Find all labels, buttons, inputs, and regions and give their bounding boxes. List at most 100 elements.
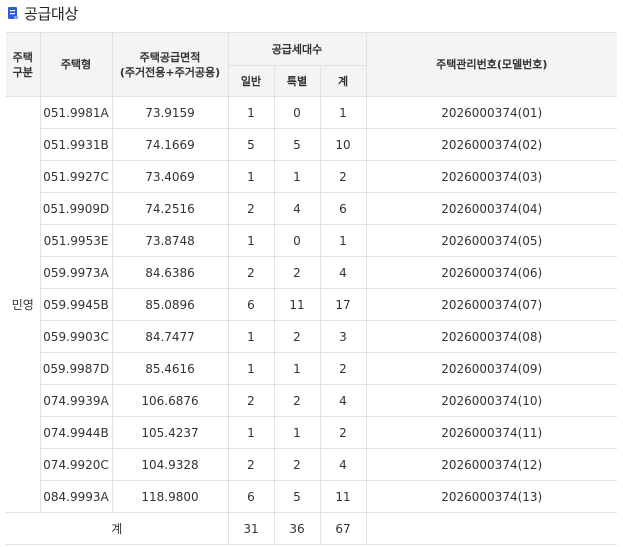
document-icon — [8, 7, 18, 19]
units-total-cell: 4 — [319, 256, 367, 289]
model-number-cell: 2026000374(10) — [365, 384, 617, 417]
units-general-cell: 1 — [227, 160, 275, 193]
table-row: 074.9920C 104.9328 2 2 4 2026000374(12) — [6, 448, 617, 481]
supply-area-cell: 105.4237 — [111, 416, 229, 449]
units-special-cell: 2 — [273, 384, 321, 417]
section-title-text: 공급대상 — [24, 4, 79, 23]
housing-type-cell: 074.9939A — [40, 384, 113, 417]
table-row: 059.9903C 84.7477 1 2 3 2026000374(08) — [6, 320, 617, 353]
supply-area-cell: 74.1669 — [111, 128, 229, 161]
supply-area-cell: 73.8748 — [111, 224, 229, 257]
units-general-cell: 1 — [227, 352, 275, 385]
table-row: 059.9973A 84.6386 2 2 4 2026000374(06) — [6, 256, 617, 289]
units-total-cell: 3 — [319, 320, 367, 353]
header-model-number: 주택관리번호(모델번호) — [365, 32, 617, 97]
table-row: 051.9931B 74.1669 5 5 10 2026000374(02) — [6, 128, 617, 161]
units-special-cell: 0 — [273, 96, 321, 129]
units-general-cell: 2 — [227, 384, 275, 417]
header-supply-units: 공급세대수 — [227, 32, 367, 66]
model-number-cell: 2026000374(07) — [365, 288, 617, 321]
units-general-cell: 6 — [227, 288, 275, 321]
units-special-cell: 2 — [273, 448, 321, 481]
total-row: 계 31 36 67 — [6, 512, 617, 545]
supply-area-cell: 73.9159 — [111, 96, 229, 129]
header-housing-category: 주택 구분 — [6, 32, 41, 97]
total-special: 36 — [273, 512, 321, 545]
table-row: 059.9987D 85.4616 1 1 2 2026000374(09) — [6, 352, 617, 385]
supply-area-cell: 85.0896 — [111, 288, 229, 321]
housing-type-cell: 051.9931B — [40, 128, 113, 161]
model-number-cell: 2026000374(12) — [365, 448, 617, 481]
housing-type-cell: 051.9981A — [39, 96, 113, 129]
units-total-cell: 6 — [319, 192, 367, 225]
units-total-cell: 2 — [319, 352, 367, 385]
units-general-cell: 2 — [227, 192, 275, 225]
units-special-cell: 1 — [273, 416, 321, 449]
housing-type-cell: 084.9993A — [40, 480, 113, 513]
units-special-cell: 5 — [273, 480, 321, 513]
supply-area-cell: 104.9328 — [111, 448, 229, 481]
header-units-special: 특별 — [273, 65, 321, 97]
units-special-cell: 5 — [273, 128, 321, 161]
supply-area-cell: 85.4616 — [111, 352, 229, 385]
housing-category-cell: 민영 — [6, 96, 41, 513]
supply-area-cell: 84.7477 — [111, 320, 229, 353]
model-number-cell: 2026000374(11) — [365, 416, 617, 449]
units-special-cell: 1 — [273, 160, 321, 193]
table-row: 051.9927C 73.4069 1 1 2 2026000374(03) — [6, 160, 617, 193]
supply-table: 주택 구분 주택형 주택공급면적 (주거전용+주거공용) 공급세대수 주택관리번… — [6, 32, 617, 545]
total-general: 31 — [227, 512, 275, 545]
units-total-cell: 1 — [319, 224, 367, 257]
housing-type-cell: 059.9903C — [40, 320, 113, 353]
housing-type-cell: 051.9953E — [40, 224, 113, 257]
units-general-cell: 1 — [227, 416, 275, 449]
model-number-cell: 2026000374(02) — [365, 128, 617, 161]
supply-area-cell: 118.9800 — [111, 480, 229, 513]
units-total-cell: 2 — [319, 416, 367, 449]
units-general-cell: 1 — [227, 320, 275, 353]
units-general-cell: 1 — [227, 224, 275, 257]
units-special-cell: 4 — [273, 192, 321, 225]
housing-type-cell: 059.9987D — [40, 352, 113, 385]
units-special-cell: 2 — [273, 256, 321, 289]
model-number-cell: 2026000374(13) — [365, 480, 617, 513]
units-total-cell: 11 — [319, 480, 367, 513]
table-row: 074.9944B 105.4237 1 1 2 2026000374(11) — [6, 416, 617, 449]
model-number-cell: 2026000374(09) — [365, 352, 617, 385]
units-special-cell: 0 — [273, 224, 321, 257]
table-row: 084.9993A 118.9800 6 5 11 2026000374(13) — [6, 480, 617, 513]
total-model-empty — [365, 512, 617, 545]
units-general-cell: 2 — [227, 256, 275, 289]
supply-area-cell: 73.4069 — [111, 160, 229, 193]
header-housing-type: 주택형 — [39, 32, 113, 97]
housing-type-cell: 074.9944B — [40, 416, 113, 449]
table-row: 059.9945B 85.0896 6 11 17 2026000374(07) — [6, 288, 617, 321]
units-total-cell: 4 — [319, 384, 367, 417]
housing-type-cell: 051.9927C — [40, 160, 113, 193]
total-units: 67 — [319, 512, 367, 545]
units-special-cell: 1 — [273, 352, 321, 385]
units-total-cell: 4 — [319, 448, 367, 481]
units-total-cell: 1 — [319, 96, 367, 129]
units-total-cell: 10 — [319, 128, 367, 161]
units-total-cell: 2 — [319, 160, 367, 193]
model-number-cell: 2026000374(05) — [365, 224, 617, 257]
housing-type-cell: 074.9920C — [40, 448, 113, 481]
units-special-cell: 11 — [273, 288, 321, 321]
supply-area-cell: 106.6876 — [111, 384, 229, 417]
housing-type-cell: 059.9973A — [40, 256, 113, 289]
supply-area-cell: 74.2516 — [111, 192, 229, 225]
model-number-cell: 2026000374(08) — [365, 320, 617, 353]
header-units-total: 계 — [319, 65, 366, 97]
model-number-cell: 2026000374(03) — [365, 160, 617, 193]
units-special-cell: 2 — [273, 320, 321, 353]
section-title: 공급대상 — [8, 3, 78, 23]
table-row: 051.9953E 73.8748 1 0 1 2026000374(05) — [6, 224, 617, 257]
units-general-cell: 1 — [227, 96, 275, 129]
supply-area-cell: 84.6386 — [111, 256, 229, 289]
units-general-cell: 6 — [227, 480, 275, 513]
model-number-cell: 2026000374(01) — [365, 96, 617, 129]
model-number-cell: 2026000374(04) — [365, 192, 617, 225]
housing-type-cell: 059.9945B — [40, 288, 113, 321]
units-general-cell: 5 — [227, 128, 275, 161]
